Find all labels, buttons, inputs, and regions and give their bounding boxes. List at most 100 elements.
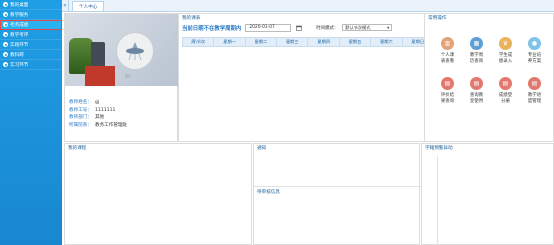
my-course-panel: 我的课程 — [64, 143, 252, 245]
circle-icon — [3, 52, 8, 57]
circle-icon — [3, 32, 8, 37]
tab-personal-center[interactable]: 个人中心 — [72, 1, 105, 11]
op-label: 评价结 果查询 — [440, 93, 455, 104]
column-header: 星期三 — [276, 37, 309, 47]
circle-icon — [3, 22, 8, 27]
sidebar-item-label: 考务成绩 — [10, 22, 29, 28]
op-personal-schedule[interactable]: ▥ 个人课 表查看 — [433, 37, 462, 65]
common-ops-panel: 常用操作 ▥ 个人课 表查看 ▦ 教学周 历查询 ♛ 学生成 绩录入 ● 专业培 养方案 ▤ 评价… — [424, 13, 554, 142]
op-progress-management[interactable]: ▤ 教学进 度管理 — [520, 77, 549, 105]
collapse-sidebar-button[interactable]: « — [62, 0, 69, 11]
sidebar-item-label: 我的桌面 — [10, 2, 29, 8]
circle-icon — [3, 2, 8, 7]
op-label: 教学进 度管理 — [527, 93, 542, 104]
op-evaluation-results[interactable]: ▤ 评价结 果查询 — [433, 77, 462, 105]
time-mode-label: 时间模式： — [316, 25, 339, 31]
status-warning-panel: 学籍预警异动 — [421, 143, 554, 245]
column-header: 星期一 — [213, 37, 246, 47]
time-mode-value: 默认节次模式 — [345, 24, 371, 30]
sidebar-item-desktop[interactable]: 我的桌面 — [0, 0, 62, 10]
date-input[interactable]: 2020-01-07 — [245, 23, 292, 32]
caret-down-icon: ▾ — [387, 25, 390, 30]
info-value: 1111111 — [94, 107, 116, 113]
info-value: 教务工作管理处 — [94, 122, 128, 128]
column-header: 星期二 — [244, 37, 278, 47]
date-value: 2020-01-07 — [249, 25, 275, 30]
op-teaching-calendar[interactable]: ▦ 教学周 历查询 — [462, 37, 491, 65]
tab-label: 个人中心 — [79, 4, 98, 10]
info-row: 教师姓名： gj — [69, 99, 127, 107]
info-key: 教师姓名： — [69, 100, 92, 105]
app-root: 我的桌面 教学服务 考务成绩 教学考评 实践环节 教科研 实习环节 « 个人中心… — [0, 0, 554, 245]
tab-bar: « 个人中心 — [62, 0, 554, 12]
info-key: 教师工号： — [69, 107, 92, 113]
notice-title: 通知 — [257, 146, 267, 151]
info-key: 所属院系： — [69, 122, 92, 128]
column-header: 周\节次 — [181, 37, 215, 47]
op-label: 成绩登 分册 — [498, 93, 513, 104]
calendar-icon: ▦ — [470, 37, 483, 50]
avatar — [116, 32, 154, 70]
info-row: 教师工号： 1111111 — [69, 107, 127, 115]
table-header-row: 周\节次 星期一 星期二 星期三 星期四 星期五 星期六 星期日 — [181, 37, 435, 47]
profile-panel: 照片 教师姓名： gj 教师工号： 1111111 教师部门： 其他 所属院系： 教务工… — [64, 13, 179, 142]
sidebar-item-teaching-evaluation[interactable]: 教学考评 — [0, 30, 62, 40]
teacher-info: 教师姓名： gj 教师工号： 1111111 教师部门： 其他 所属院系： 教务工作管理… — [69, 99, 127, 129]
my-course-title: 我的课程 — [68, 146, 87, 151]
ufo-icon — [126, 42, 144, 61]
graduate-icon: ♛ — [499, 37, 512, 50]
sidebar: 我的桌面 教学服务 考务成绩 教学考评 实践环节 教科研 实习环节 — [0, 0, 62, 245]
double-chevron-left-icon: « — [63, 2, 67, 9]
op-label: 学生成 绩录入 — [498, 53, 513, 64]
schedule-panel-title: 我的课表 — [182, 16, 201, 21]
circle-icon — [3, 62, 8, 67]
clipboard-icon: ▤ — [499, 77, 512, 90]
op-label: 查询教 室使用 — [469, 93, 484, 104]
sidebar-item-label: 教学考评 — [10, 32, 29, 38]
profile-banner-image: 照片 — [65, 14, 179, 86]
avatar-caption: 照片 — [125, 74, 132, 78]
calendar-icon[interactable] — [295, 24, 302, 31]
sidebar-item-internship[interactable]: 实习环节 — [0, 60, 62, 70]
circle-icon — [3, 42, 8, 47]
sidebar-item-research[interactable]: 教科研 — [0, 50, 62, 60]
sidebar-item-teaching-service[interactable]: 教学服务 — [0, 10, 62, 20]
info-value: gj — [94, 100, 100, 105]
sidebar-item-exam-scores[interactable]: 考务成绩 — [0, 20, 62, 30]
time-mode-select[interactable]: 默认节次模式 ▾ — [342, 24, 393, 31]
sidebar-item-label: 实习环节 — [10, 62, 29, 68]
op-label: 教学周 历查询 — [469, 53, 484, 64]
column-header: 星期四 — [307, 37, 340, 47]
building-icon: ▥ — [441, 37, 454, 50]
op-training-plan[interactable]: ● 专业培 养方案 — [520, 37, 549, 65]
sidebar-item-label: 教学服务 — [10, 12, 29, 18]
clipboard-icon: ▤ — [470, 77, 483, 90]
sidebar-item-label: 教科研 — [10, 52, 24, 58]
info-row: 教师部门： 其他 — [69, 114, 127, 122]
op-grade-entry[interactable]: ♛ 学生成 绩录入 — [491, 37, 520, 65]
pending-title: 待审核信息 — [257, 190, 280, 195]
info-value: 其他 — [94, 115, 105, 121]
common-ops-title: 常用操作 — [428, 16, 447, 21]
notice-panel: 通知 待审核信息 — [253, 143, 421, 245]
clipboard-icon: ▤ — [528, 77, 541, 90]
ops-grid: ▥ 个人课 表查看 ▦ 教学周 历查询 ♛ 学生成 绩录入 ● 专业培 养方案 ▤ 评价结 果查询 … — [425, 37, 553, 105]
clipboard-icon: ▤ — [441, 77, 454, 90]
circle-icon — [3, 12, 8, 17]
column-header: 星期六 — [370, 37, 403, 47]
column-header: 星期五 — [338, 37, 372, 47]
op-label: 个人课 表查看 — [440, 53, 455, 64]
info-key: 教师部门： — [69, 115, 92, 121]
status-warning-title: 学籍预警异动 — [425, 146, 453, 151]
schedule-panel: 我的课表 当前日期不在教学周期内 2020-01-07 时间模式： 默认节次模式… — [178, 13, 435, 142]
schedule-header: 当前日期不在教学周期内 2020-01-07 时间模式： 默认节次模式 ▾ — [179, 22, 434, 33]
op-grade-register[interactable]: ▤ 成绩登 分册 — [491, 77, 520, 105]
op-label: 专业培 养方案 — [527, 53, 542, 64]
schedule-table: 周\节次 星期一 星期二 星期三 星期四 星期五 星期六 星期日 — [181, 37, 435, 47]
sidebar-item-practice[interactable]: 实践环节 — [0, 40, 62, 50]
info-row: 所属院系： 教务工作管理处 — [69, 122, 127, 130]
op-classroom-usage[interactable]: ▤ 查询教 室使用 — [462, 77, 491, 105]
bulb-icon: ● — [528, 37, 541, 50]
sidebar-item-label: 实践环节 — [10, 42, 29, 48]
schedule-status: 当前日期不在教学周期内 — [182, 25, 242, 32]
